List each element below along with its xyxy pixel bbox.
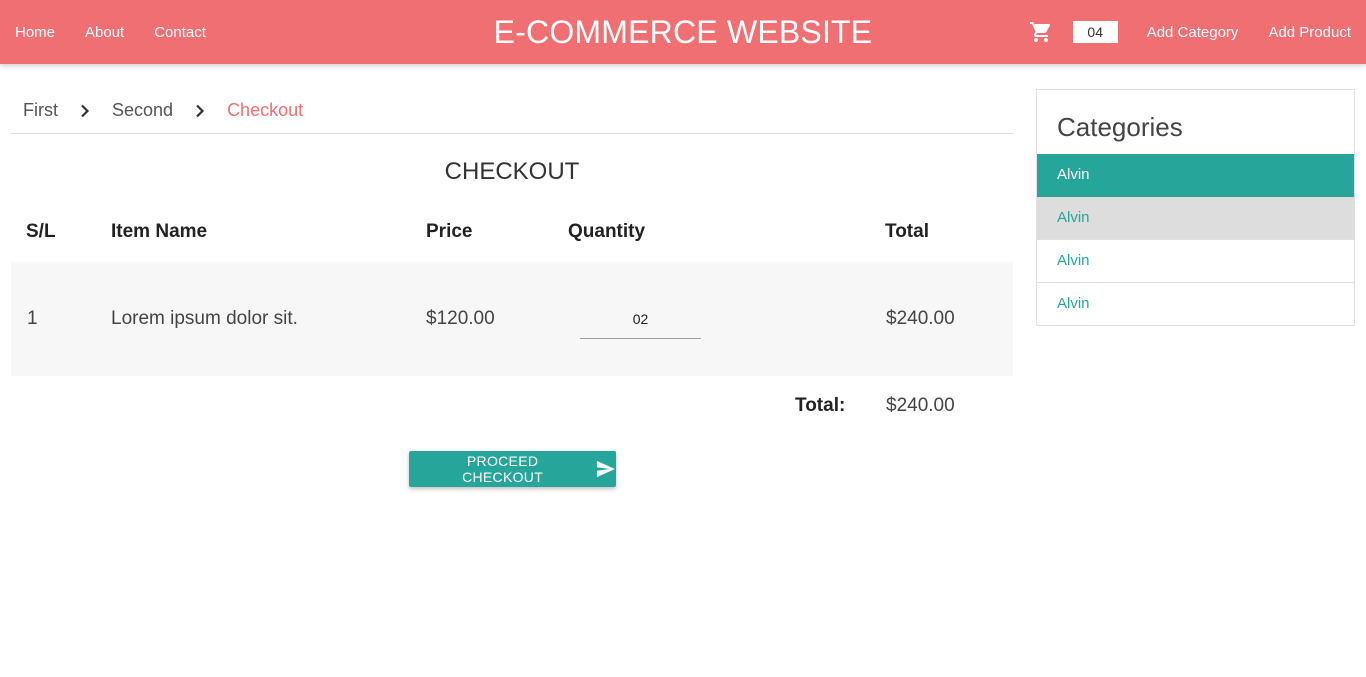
category-item[interactable]: Alvin bbox=[1037, 283, 1354, 326]
column-header-quantity: Quantity bbox=[568, 221, 646, 242]
category-item[interactable]: Alvin bbox=[1037, 240, 1354, 283]
checkout-table: S/L Item Name Price Quantity Total 1 Lor… bbox=[11, 208, 1013, 376]
page-title: CHECKOUT bbox=[444, 158, 580, 185]
table-header-row: S/L Item Name Price Quantity Total bbox=[11, 208, 1013, 262]
nav-link-add-category[interactable]: Add Category bbox=[1147, 24, 1239, 41]
cart-count-badge: 04 bbox=[1072, 21, 1118, 43]
nav-link-about[interactable]: About bbox=[85, 24, 124, 41]
brand-title[interactable]: E-COMMERCE WEBSITE bbox=[494, 14, 873, 50]
proceed-checkout-button[interactable]: PROCEED CHECKOUT bbox=[409, 451, 616, 487]
chevron-right-icon bbox=[196, 104, 205, 117]
breadcrumb-item-checkout[interactable]: Checkout bbox=[227, 100, 303, 121]
categories-list: Alvin Alvin Alvin Alvin bbox=[1037, 154, 1354, 326]
column-header-price: Price bbox=[426, 221, 473, 242]
breadcrumb: First Second Checkout bbox=[11, 88, 1013, 134]
cell-sl: 1 bbox=[27, 308, 38, 329]
categories-panel: Categories Alvin Alvin Alvin Alvin bbox=[1036, 89, 1355, 326]
nav-right-links: 04 Add Category Add Product bbox=[1029, 0, 1351, 64]
top-navbar: Home About Contact E-COMMERCE WEBSITE 04… bbox=[0, 0, 1366, 64]
grand-total-label: Total: bbox=[795, 395, 846, 416]
send-icon bbox=[597, 460, 616, 478]
cell-price: $120.00 bbox=[426, 308, 495, 329]
categories-title: Categories bbox=[1057, 112, 1183, 142]
column-header-total: Total bbox=[885, 221, 929, 242]
category-item[interactable]: Alvin bbox=[1037, 154, 1354, 197]
nav-link-add-product[interactable]: Add Product bbox=[1268, 24, 1351, 41]
nav-link-contact[interactable]: Contact bbox=[154, 24, 206, 41]
nav-link-home[interactable]: Home bbox=[15, 24, 55, 41]
proceed-checkout-label: PROCEED CHECKOUT bbox=[462, 453, 544, 485]
shopping-cart-icon[interactable] bbox=[1029, 20, 1053, 44]
column-header-item-name: Item Name bbox=[111, 221, 208, 242]
column-header-sl: S/L bbox=[26, 221, 56, 242]
chevron-right-icon bbox=[81, 104, 90, 117]
table-row: 1 Lorem ipsum dolor sit. $120.00 $240.00 bbox=[11, 262, 1013, 376]
category-item[interactable]: Alvin bbox=[1037, 197, 1354, 240]
grand-total-value: $240.00 bbox=[886, 395, 955, 416]
breadcrumb-item-second[interactable]: Second bbox=[112, 100, 173, 121]
breadcrumb-item-first[interactable]: First bbox=[23, 100, 58, 121]
quantity-input[interactable] bbox=[580, 299, 701, 339]
nav-left-links: Home About Contact bbox=[15, 0, 236, 64]
cell-total: $240.00 bbox=[886, 308, 955, 329]
cell-item-name: Lorem ipsum dolor sit. bbox=[111, 308, 298, 329]
